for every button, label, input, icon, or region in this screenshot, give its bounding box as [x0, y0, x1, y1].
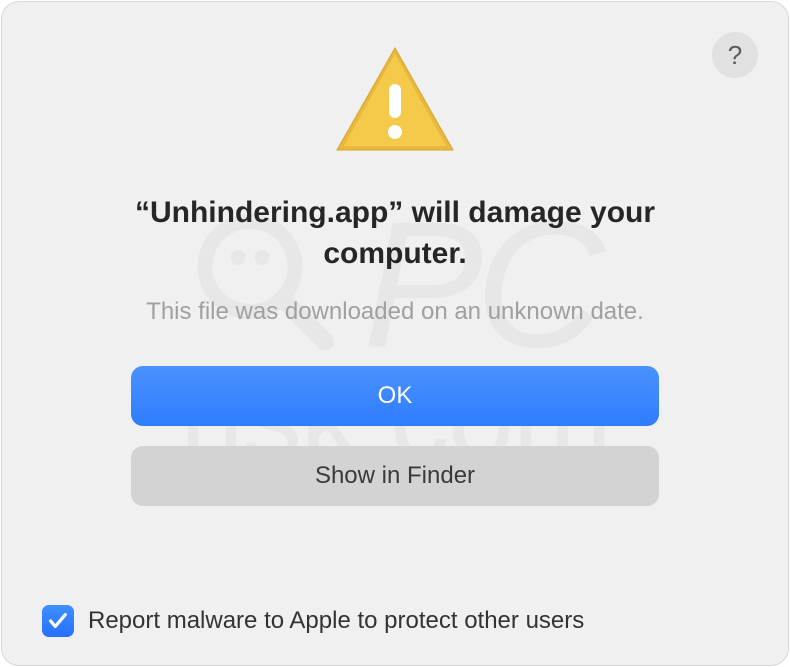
- help-icon: ?: [728, 40, 742, 71]
- report-malware-row: Report malware to Apple to protect other…: [42, 605, 584, 637]
- checkmark-icon: [47, 610, 69, 632]
- report-malware-checkbox[interactable]: [42, 605, 74, 637]
- app-name: Unhindering.app: [150, 196, 388, 229]
- report-malware-label: Report malware to Apple to protect other…: [88, 607, 584, 635]
- dialog-subtitle: This file was downloaded on an unknown d…: [146, 298, 644, 326]
- show-in-finder-button[interactable]: Show in Finder: [131, 446, 659, 506]
- gatekeeper-warning-dialog: PC risk.com ? “Unhindering.app” will dam…: [1, 1, 789, 666]
- warning-icon: [331, 42, 459, 165]
- ok-button[interactable]: OK: [131, 366, 659, 426]
- dialog-title: “Unhindering.app” will damage your compu…: [85, 193, 705, 274]
- help-button[interactable]: ?: [712, 32, 758, 78]
